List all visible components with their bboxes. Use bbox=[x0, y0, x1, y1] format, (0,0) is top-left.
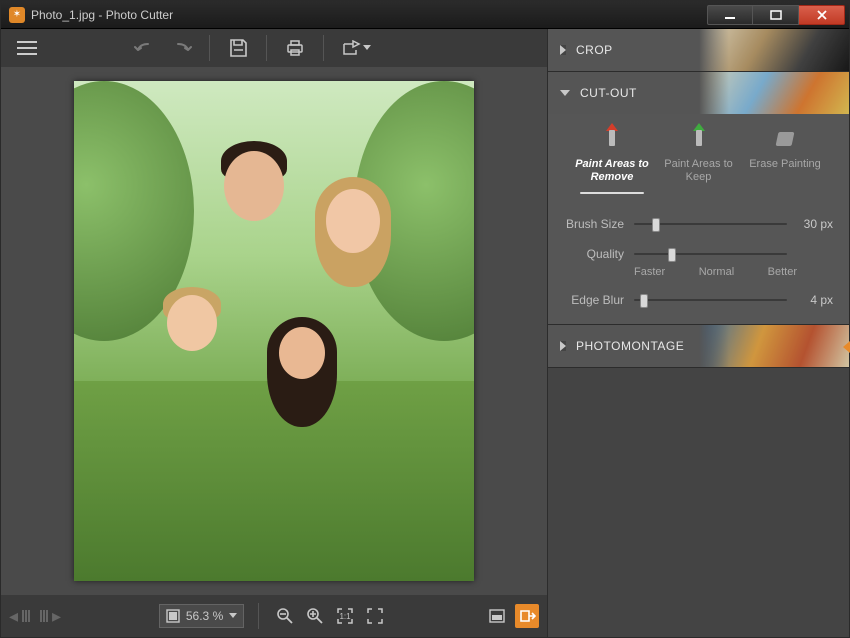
panel-crop-thumb bbox=[699, 29, 849, 71]
edge-blur-slider[interactable] bbox=[634, 292, 787, 308]
quality-label: Quality bbox=[564, 247, 624, 261]
compare-icon bbox=[488, 607, 506, 625]
panel-cutout-body: Paint Areas to Remove Paint Areas to Kee… bbox=[548, 114, 849, 324]
cutout-mode-row: Paint Areas to Remove Paint Areas to Kee… bbox=[564, 126, 833, 202]
panel-crop-header[interactable]: CROP bbox=[548, 29, 849, 71]
mode-erase[interactable]: Erase Painting bbox=[745, 126, 825, 194]
close-icon bbox=[816, 9, 828, 21]
print-button[interactable] bbox=[279, 33, 311, 63]
brush-size-label: Brush Size bbox=[564, 217, 624, 231]
zoom-value: 56.3 % bbox=[186, 609, 223, 623]
brush-size-row: Brush Size 30 px bbox=[564, 216, 833, 232]
export-icon bbox=[341, 40, 361, 56]
minimize-button[interactable] bbox=[707, 5, 753, 25]
edge-blur-value: 4 px bbox=[797, 293, 833, 307]
quality-tick-faster: Faster bbox=[634, 266, 665, 278]
quality-tick-better: Better bbox=[768, 266, 797, 278]
top-toolbar bbox=[1, 29, 547, 67]
side-panel: CROP CUT-OUT Paint Areas to Remove bbox=[547, 29, 849, 637]
save-icon bbox=[228, 38, 248, 58]
close-button[interactable] bbox=[799, 5, 845, 25]
panel-crop: CROP bbox=[548, 29, 849, 72]
minimize-icon bbox=[724, 9, 736, 21]
undo-icon bbox=[134, 40, 156, 56]
brush-size-slider[interactable] bbox=[634, 216, 787, 232]
zoom-field[interactable]: 56.3 % bbox=[159, 604, 244, 628]
actual-size-button[interactable] bbox=[363, 604, 387, 628]
print-icon bbox=[285, 38, 305, 58]
titlebar: ✶ Photo_1.jpg - Photo Cutter bbox=[1, 1, 849, 29]
mode-paint-remove-label: Paint Areas to Remove bbox=[572, 158, 652, 184]
window-controls bbox=[707, 5, 845, 25]
menu-icon bbox=[17, 41, 37, 55]
apply-button[interactable] bbox=[515, 604, 539, 628]
fit-screen-icon: 1:1 bbox=[336, 607, 354, 625]
mode-erase-label: Erase Painting bbox=[749, 158, 821, 171]
quality-tick-normal: Normal bbox=[699, 266, 734, 278]
chevron-down-icon bbox=[229, 613, 237, 619]
edge-blur-row: Edge Blur 4 px bbox=[564, 292, 833, 308]
zoom-out-button[interactable] bbox=[273, 604, 297, 628]
panel-cutout-thumb bbox=[699, 72, 849, 114]
app-frame: ✶ Photo_1.jpg - Photo Cutter bbox=[0, 0, 850, 638]
panel-photomontage-thumb bbox=[699, 325, 849, 367]
edge-blur-label: Edge Blur bbox=[564, 293, 624, 307]
fit-screen-button[interactable]: 1:1 bbox=[333, 604, 357, 628]
panel-photomontage: PHOTOMONTAGE bbox=[548, 325, 849, 368]
app-body: ◂ ▸ 56.3 % bbox=[1, 29, 849, 637]
menu-button[interactable] bbox=[11, 33, 43, 63]
redo-button[interactable] bbox=[165, 33, 197, 63]
panel-cutout-title: CUT-OUT bbox=[580, 86, 637, 100]
panel-photomontage-title: PHOTOMONTAGE bbox=[576, 339, 684, 353]
chevron-down-icon bbox=[363, 45, 371, 51]
quality-slider[interactable] bbox=[634, 246, 787, 262]
panel-marker-icon bbox=[843, 341, 850, 353]
zoom-in-icon bbox=[306, 607, 324, 625]
apply-icon bbox=[518, 607, 536, 625]
prev-image-button[interactable]: ◂ bbox=[9, 606, 32, 627]
compare-button[interactable] bbox=[485, 604, 509, 628]
mode-paint-keep[interactable]: Paint Areas to Keep bbox=[659, 126, 739, 194]
next-image-button[interactable]: ▸ bbox=[38, 606, 61, 627]
zoom-out-icon bbox=[276, 607, 294, 625]
marker-green-icon bbox=[689, 126, 709, 152]
maximize-button[interactable] bbox=[753, 5, 799, 25]
photo-preview bbox=[74, 81, 474, 581]
export-button[interactable] bbox=[336, 33, 376, 63]
bars-icon bbox=[40, 610, 48, 622]
panel-cutout-header[interactable]: CUT-OUT bbox=[548, 72, 849, 114]
canvas-column: ◂ ▸ 56.3 % bbox=[1, 29, 547, 637]
maximize-icon bbox=[770, 9, 782, 21]
panel-cutout: CUT-OUT Paint Areas to Remove Paint Area… bbox=[548, 72, 849, 325]
zoom-in-button[interactable] bbox=[303, 604, 327, 628]
mode-paint-remove[interactable]: Paint Areas to Remove bbox=[572, 126, 652, 194]
redo-icon bbox=[170, 40, 192, 56]
canvas-area[interactable] bbox=[1, 67, 547, 595]
panel-photomontage-header[interactable]: PHOTOMONTAGE bbox=[548, 325, 849, 367]
actual-size-icon bbox=[366, 607, 384, 625]
arrow-left-icon: ◂ bbox=[9, 606, 18, 627]
fit-rect-icon bbox=[166, 609, 180, 623]
undo-button[interactable] bbox=[129, 33, 161, 63]
arrow-right-icon: ▸ bbox=[52, 606, 61, 627]
save-button[interactable] bbox=[222, 33, 254, 63]
chevron-right-icon bbox=[560, 45, 566, 55]
brush-size-value: 30 px bbox=[797, 217, 833, 231]
marker-red-icon bbox=[602, 126, 622, 152]
mode-paint-keep-label: Paint Areas to Keep bbox=[659, 158, 739, 184]
quality-row: Quality bbox=[564, 246, 833, 262]
bars-icon bbox=[22, 610, 30, 622]
eraser-icon bbox=[775, 126, 795, 152]
panel-crop-title: CROP bbox=[576, 43, 613, 57]
chevron-right-icon bbox=[560, 341, 566, 351]
window-title: Photo_1.jpg - Photo Cutter bbox=[31, 8, 707, 22]
chevron-down-icon bbox=[560, 90, 570, 96]
quality-ticks: Faster Normal Better bbox=[634, 266, 833, 278]
bottom-toolbar: ◂ ▸ 56.3 % bbox=[1, 595, 547, 637]
svg-text:1:1: 1:1 bbox=[340, 612, 352, 621]
app-icon: ✶ bbox=[9, 7, 25, 23]
